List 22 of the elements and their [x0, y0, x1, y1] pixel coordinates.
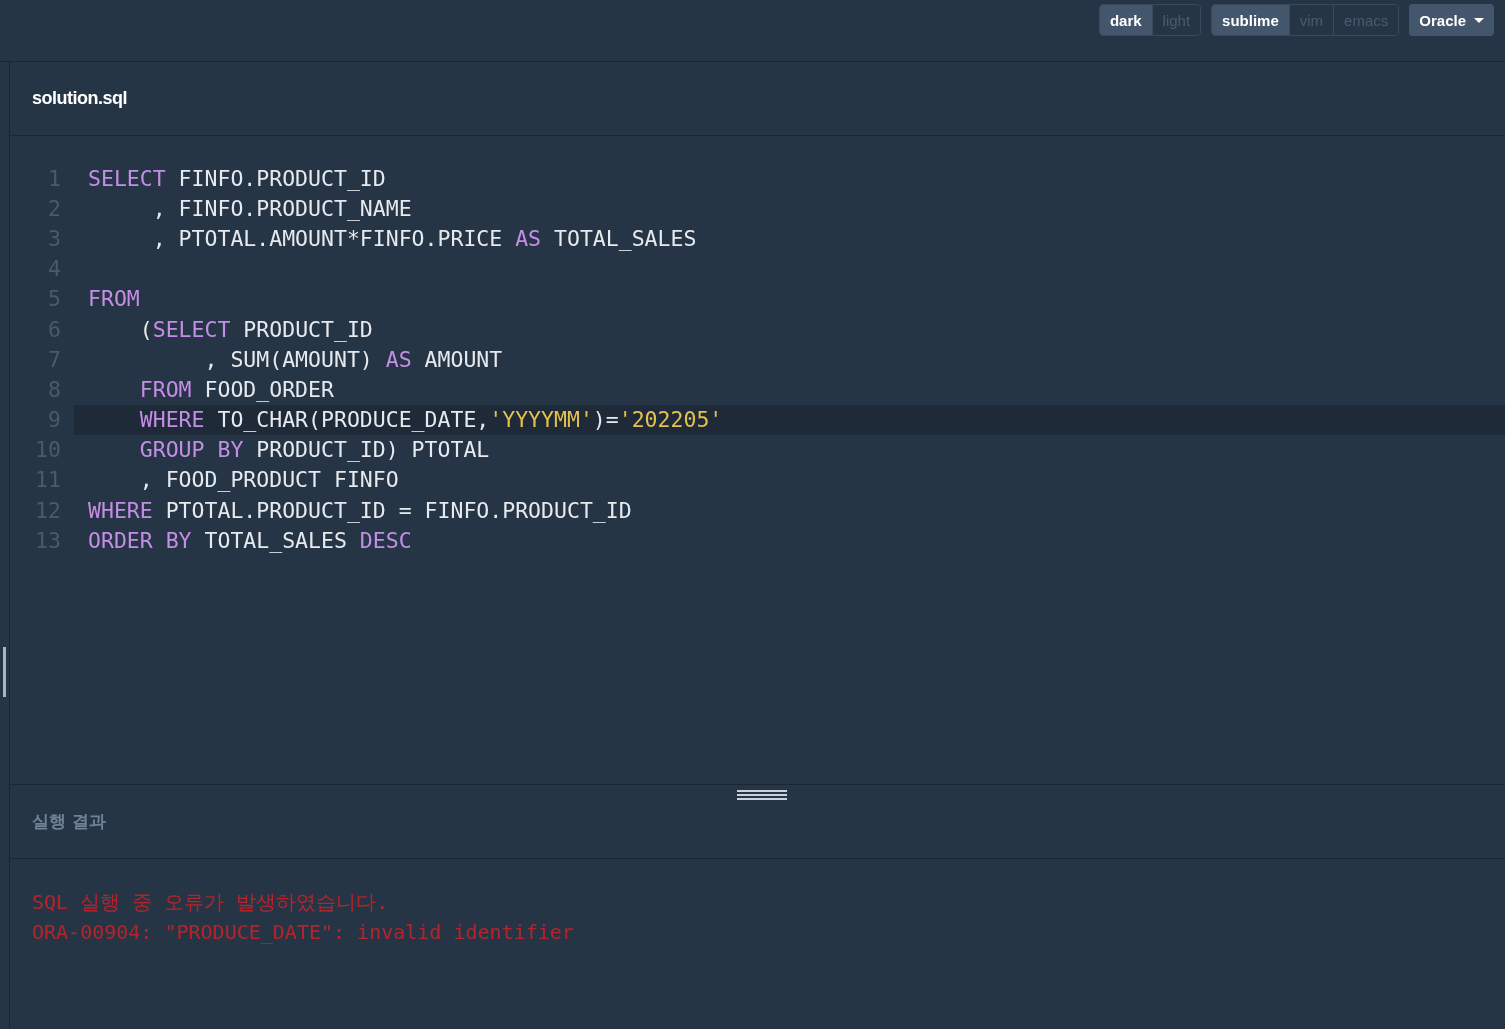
- code-line: FROM FOOD_ORDER: [138, 376, 334, 402]
- toggle-button[interactable]: sublime: [1212, 5, 1289, 35]
- code-line: , PTOTAL.AMOUNT*FINFO.PRICE AS TOTAL_SALES: [151, 225, 697, 251]
- toggle-button[interactable]: dark: [1099, 5, 1152, 35]
- file-name: solution.sql: [32, 88, 127, 109]
- code-line: ORDER BY TOTAL_SALES DESC: [87, 527, 412, 553]
- code-line: GROUP BY PRODUCT_ID) PTOTAL: [138, 437, 490, 463]
- code-line: WHERE TO_CHAR(PRODUCE_DATE,'YYYYMM')='202205': [138, 407, 723, 433]
- code-line: SELECT FINFO.PRODUCT_ID: [87, 165, 386, 191]
- code-line: , FOOD_PRODUCT FINFO: [138, 467, 399, 493]
- code-line: , SUM(AMOUNT) AS AMOUNT: [203, 346, 503, 372]
- resize-handle[interactable]: [3, 647, 6, 697]
- code-line: , FINFO.PRODUCT_NAME: [151, 195, 412, 221]
- code-line: (SELECT PRODUCT_ID: [138, 316, 373, 342]
- dropdown-button[interactable]: Oracle: [1409, 4, 1494, 36]
- drag-handle-icon[interactable]: [737, 789, 787, 803]
- result-title: 실행 결과: [32, 810, 106, 833]
- error-message: SQL 실행 중 오류가 발생하였습니다.: [32, 889, 390, 916]
- caret-icon: [1474, 17, 1484, 23]
- code-line: FROM: [87, 286, 140, 312]
- error-message: ORA-00904: "PRODUCE_DATE": invalid identifier: [32, 920, 575, 944]
- code-line: WHERE PTOTAL.PRODUCT_ID = FINFO.PRODUCT_ID: [87, 497, 632, 523]
